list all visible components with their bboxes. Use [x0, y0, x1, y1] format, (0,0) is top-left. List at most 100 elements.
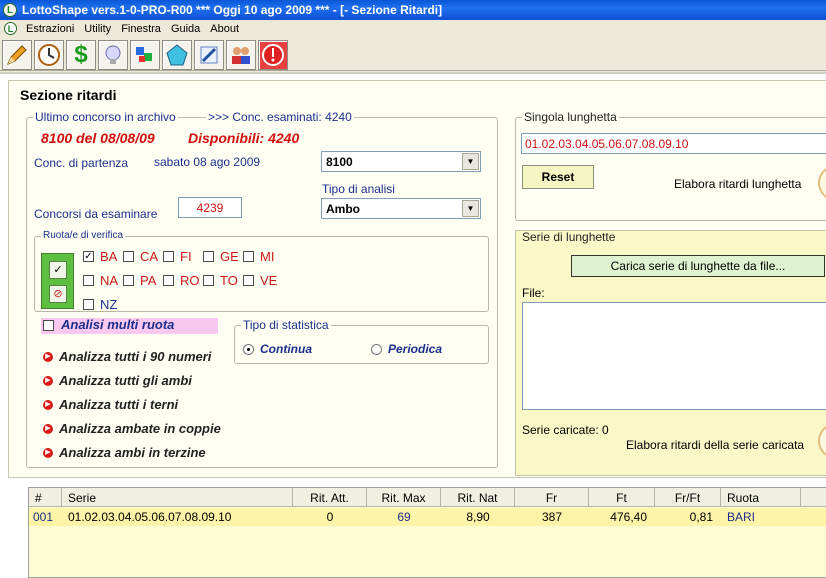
wheel-ve-checkbox[interactable]	[243, 275, 254, 286]
cell-index: 001	[33, 510, 54, 524]
col-header-ft[interactable]: Ft	[589, 488, 655, 507]
load-series-button[interactable]: Carica serie di lunghette da file...	[571, 255, 825, 277]
title-bar[interactable]: L LottoShape vers.1-0-PRO-R00 *** Oggi 1…	[0, 0, 826, 20]
action-analyze-terni[interactable]: Analizza tutti i terni	[59, 397, 178, 412]
wheel-pa-checkbox[interactable]	[123, 275, 134, 286]
series-process-label: Elabora ritardi della serie caricata	[626, 438, 805, 452]
wheel-ca-checkbox[interactable]	[123, 251, 134, 262]
col-header-rit-nat[interactable]: Rit. Nat	[441, 488, 515, 507]
col-header-rit-max[interactable]: Rit. Max	[367, 488, 441, 507]
app-logo-icon: L	[3, 3, 17, 17]
available-count: Disponibili: 4240	[188, 130, 300, 146]
examined-count: >>> Conc. esaminati: 4240	[206, 110, 354, 124]
wheel-ca-label: CA	[140, 249, 159, 264]
reset-button[interactable]: Reset	[522, 165, 594, 189]
analysis-combo[interactable]: Ambo ▼	[321, 198, 481, 219]
col-header-ruota[interactable]: Ruota	[721, 488, 801, 507]
cell-ruota: BARI	[727, 510, 756, 524]
count-input[interactable]: 4239	[178, 197, 242, 218]
cell-serie: 01.02.03.04.05.06.07.08.09.10	[68, 510, 232, 524]
pencil-icon[interactable]	[2, 40, 32, 70]
puzzle-icon[interactable]	[130, 40, 160, 70]
single-legend: Singola lunghetta	[522, 110, 619, 124]
menu-finestra[interactable]: Finestra	[116, 23, 166, 35]
cell-rit-att: 0	[326, 510, 334, 524]
play-icon: ▶	[43, 448, 53, 458]
pen-edit-icon[interactable]	[194, 40, 224, 70]
wheel-fi-checkbox[interactable]	[163, 251, 174, 262]
check-all-icon[interactable]: ✓	[49, 261, 67, 279]
single-lunghetta-input[interactable]: 01.02.03.04.05.06.07.08.09.10	[521, 133, 826, 154]
series-loaded-count: Serie caricate: 0	[522, 423, 609, 437]
results-table[interactable]: # Serie Rit. Att. Rit. Max Rit. Nat Fr F…	[28, 487, 826, 578]
wheel-nz-checkbox[interactable]	[83, 299, 94, 310]
wheel-na-label: NA	[100, 273, 119, 288]
last-draw: 8100 del 08/08/09	[41, 130, 155, 146]
col-header-extra	[801, 488, 826, 507]
wheel-ro-checkbox[interactable]	[163, 275, 174, 286]
clock-icon[interactable]	[34, 40, 64, 70]
menu-about[interactable]: About	[205, 23, 244, 35]
multi-ruota-label: Analisi multi ruota	[61, 317, 175, 332]
col-header-serie[interactable]: Serie	[62, 488, 293, 507]
wheel-ro-label: RO	[180, 273, 200, 288]
window-title: LottoShape vers.1-0-PRO-R00 *** Oggi 10 …	[22, 3, 443, 17]
wheel-ge-checkbox[interactable]	[203, 251, 214, 262]
analysis-label: Tipo di analisi	[322, 182, 395, 196]
periodica-radio[interactable]	[371, 344, 382, 355]
cell-fr: 387	[541, 510, 563, 524]
wheel-nz-label: NZ	[100, 297, 118, 312]
dollar-icon[interactable]: $	[66, 40, 96, 70]
wheel-pa-label: PA	[140, 273, 157, 288]
toolbar: $	[0, 37, 826, 71]
wheel-na-checkbox[interactable]	[83, 275, 94, 286]
menu-estrazioni[interactable]: Estrazioni	[21, 23, 79, 35]
menu-guida[interactable]: Guida	[166, 23, 205, 35]
wheel-ba-label: BA	[100, 249, 118, 264]
count-label: Concorsi da esaminare	[34, 207, 158, 221]
wheel-fi-label: FI	[180, 249, 192, 264]
col-header-fr[interactable]: Fr	[515, 488, 589, 507]
play-icon: ▶	[43, 376, 53, 386]
menu-utility[interactable]: Utility	[79, 23, 116, 35]
chevron-down-icon[interactable]: ▼	[462, 153, 479, 170]
col-header-rit-att[interactable]: Rit. Att.	[293, 488, 367, 507]
play-icon: ▶	[43, 400, 53, 410]
periodica-label: Periodica	[388, 342, 443, 356]
multi-ruota-checkbox[interactable]	[43, 320, 54, 331]
file-label: File:	[522, 286, 545, 300]
stats-legend: Tipo di statistica	[241, 318, 331, 332]
cell-ft: 476,40	[610, 510, 647, 524]
start-combo[interactable]: 8100 ▼	[321, 151, 481, 172]
chevron-down-icon[interactable]: ▼	[462, 200, 479, 217]
lightbulb-icon[interactable]	[98, 40, 128, 70]
action-analyze-ambate[interactable]: Analizza ambate in coppie	[59, 421, 221, 436]
wheel-to-checkbox[interactable]	[203, 275, 214, 286]
users-icon[interactable]	[226, 40, 256, 70]
wheel-ve-label: VE	[260, 273, 278, 288]
continua-radio[interactable]	[243, 344, 254, 355]
start-date: sabato 08 ago 2009	[154, 155, 261, 169]
cell-rit-max: 69	[397, 510, 411, 524]
clear-all-icon[interactable]: ⊘	[49, 285, 67, 303]
action-analyze-90[interactable]: Analizza tutti i 90 numeri	[59, 349, 211, 364]
col-header-fr-ft[interactable]: Fr/Ft	[655, 488, 721, 507]
archive-legend: Ultimo concorso in archivo	[33, 110, 178, 124]
action-analyze-ambi[interactable]: Analizza tutti gli ambi	[59, 373, 192, 388]
file-textarea[interactable]	[522, 302, 826, 410]
stop-icon[interactable]	[258, 40, 288, 70]
single-process-label: Elabora ritardi lunghetta	[674, 177, 802, 191]
wheel-mi-label: MI	[260, 249, 275, 264]
cell-rit-nat: 8,90	[466, 510, 490, 524]
section-title: Sezione ritardi	[20, 87, 117, 103]
shape-icon[interactable]	[162, 40, 192, 70]
action-analyze-terzine[interactable]: Analizza ambi in terzine	[59, 445, 206, 460]
menu-bar: L Estrazioni Utility Finestra Guida Abou…	[0, 20, 826, 37]
wheel-ba-checkbox[interactable]: ✓	[83, 251, 94, 262]
col-header-index[interactable]: #	[29, 488, 62, 507]
play-icon: ▶	[43, 424, 53, 434]
wheel-to-label: TO	[220, 273, 238, 288]
mdi-child-icon[interactable]: L	[4, 22, 17, 35]
play-icon: ▶	[43, 352, 53, 362]
wheel-mi-checkbox[interactable]	[243, 251, 254, 262]
